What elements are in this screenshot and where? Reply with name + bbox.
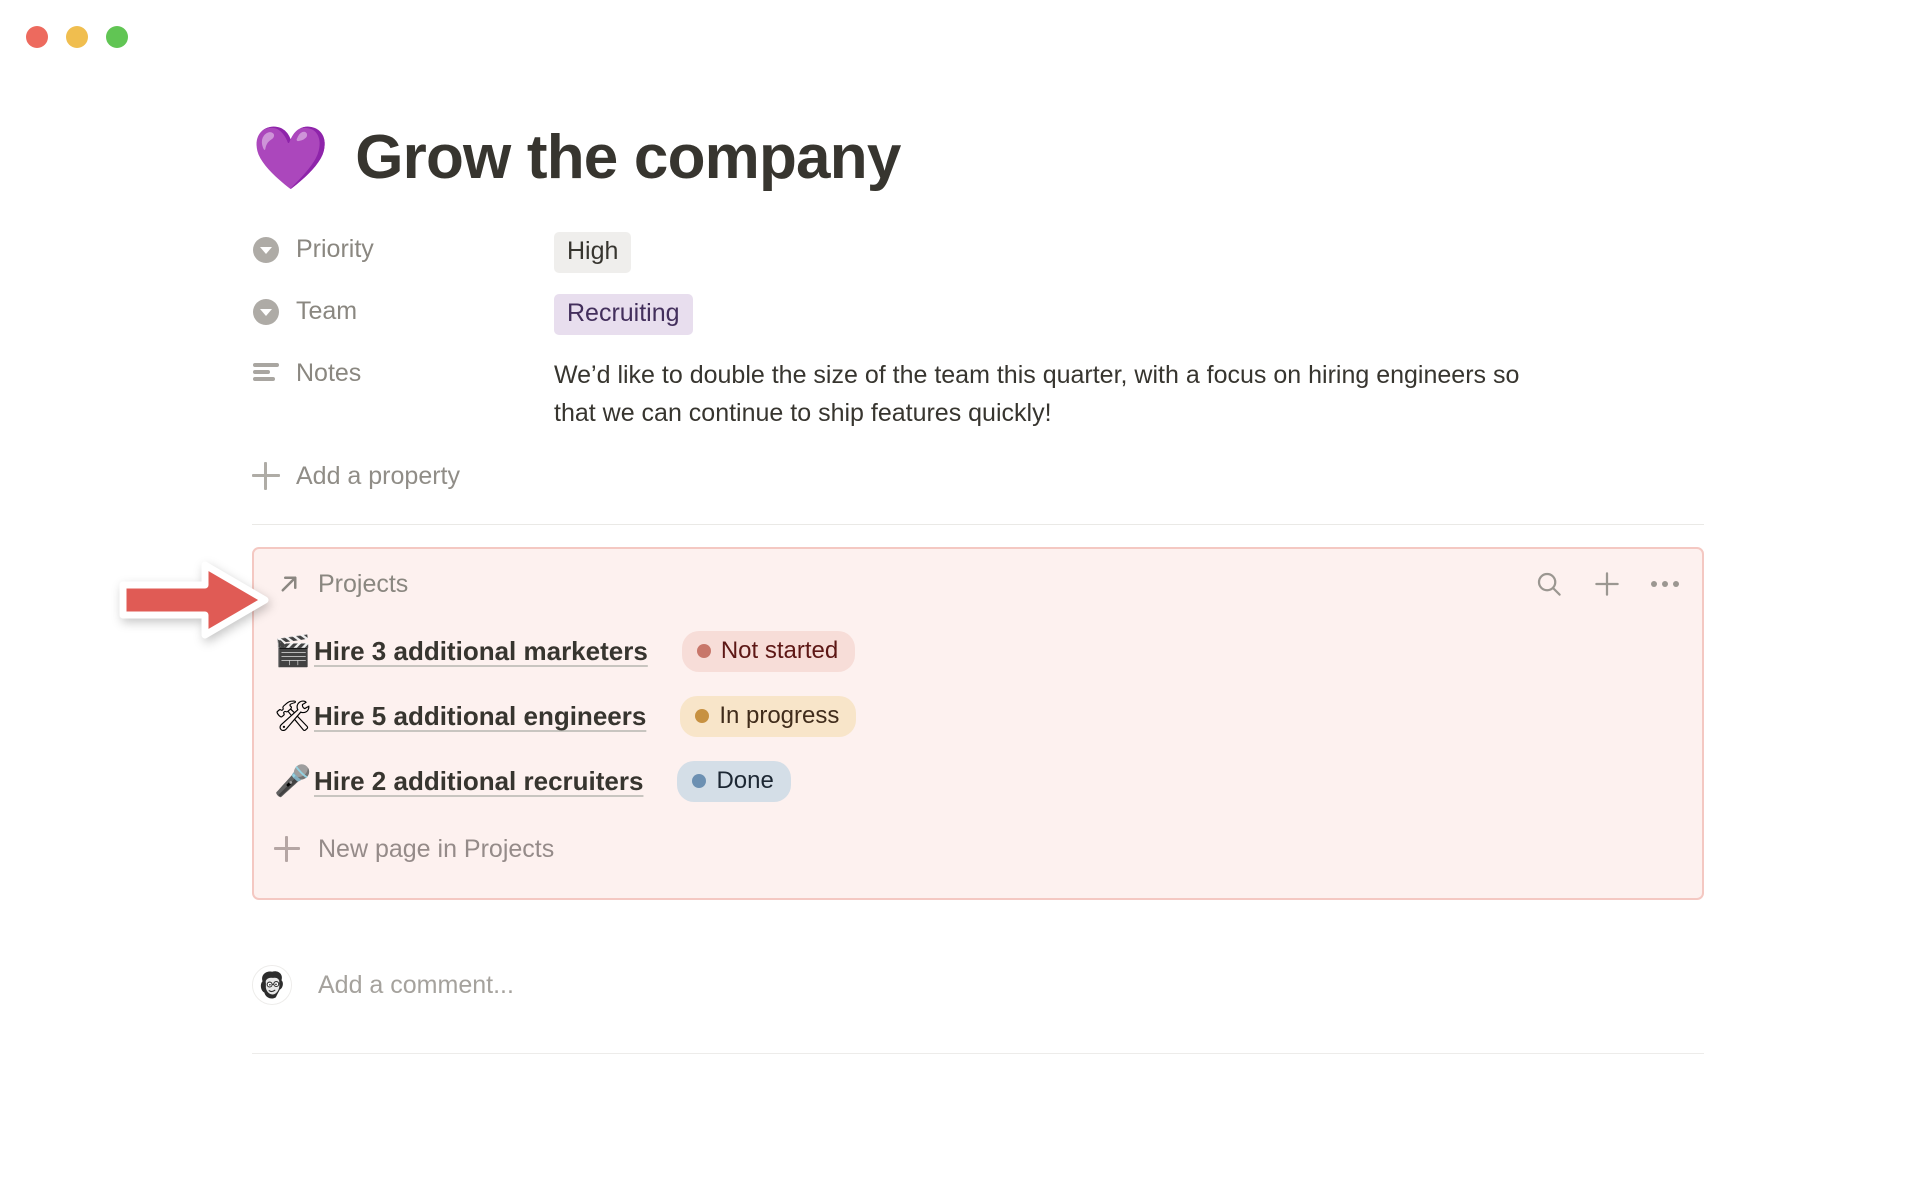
status-dot-icon — [696, 643, 711, 658]
status-label: Done — [716, 766, 774, 794]
comment-composer[interactable]: Add a comment... — [252, 955, 1704, 1015]
select-icon — [252, 298, 280, 326]
property-name-priority: Priority — [296, 235, 374, 264]
status-badge[interactable]: Done — [677, 760, 791, 803]
plus-icon[interactable] — [1592, 569, 1622, 599]
table-row[interactable]: 🎤 Hire 2 additional recruiters Done — [254, 749, 1702, 814]
projects-panel-title[interactable]: Projects — [318, 570, 1534, 599]
projects-panel-header: Projects — [254, 549, 1702, 619]
arrow-up-right-icon — [281, 576, 297, 592]
text-lines-icon — [252, 360, 280, 388]
annotation-arrow-icon — [119, 561, 269, 639]
user-avatar-icon — [253, 966, 291, 1005]
projects-panel-actions — [1534, 569, 1680, 599]
title-bar — [0, 0, 1920, 72]
content-column: 💜 Grow the company Priority High Team Re… — [119, 123, 1704, 1055]
plus-icon — [252, 462, 280, 491]
page-title-text[interactable]: Grow the company — [355, 123, 901, 192]
bottom-divider — [252, 1053, 1704, 1055]
property-value-cell-team[interactable]: Recruiting — [554, 292, 1704, 335]
status-label: In progress — [719, 701, 840, 729]
property-row-team: Team Recruiting — [252, 292, 1704, 346]
property-label-cell[interactable]: Notes — [252, 354, 554, 388]
priority-tag[interactable]: High — [554, 232, 632, 273]
property-row-notes: Notes We’d like to double the size of th… — [252, 354, 1704, 432]
property-label-cell[interactable]: Team — [252, 292, 554, 326]
team-tag[interactable]: Recruiting — [554, 294, 693, 335]
add-property-label: Add a property — [296, 461, 460, 490]
status-dot-icon — [692, 773, 707, 788]
status-dot-icon — [695, 708, 710, 723]
status-badge[interactable]: In progress — [680, 695, 857, 738]
projects-panel: Projects 🎬 Hire 3 additional marketers N… — [119, 547, 1704, 901]
add-property-button[interactable]: Add a property — [252, 454, 1704, 498]
traffic-light-controls — [26, 26, 128, 48]
project-link[interactable]: Hire 5 additional engineers — [314, 701, 646, 732]
page-icon-emoji[interactable]: 💜 — [252, 127, 329, 189]
plus-icon — [274, 836, 300, 863]
search-icon[interactable] — [1534, 569, 1564, 599]
project-link[interactable]: Hire 3 additional marketers — [314, 636, 648, 667]
property-label-cell[interactable]: Priority — [252, 230, 554, 264]
page-body: 💜 Grow the company Priority High Team Re… — [0, 72, 1920, 1055]
app-window: 💜 Grow the company Priority High Team Re… — [0, 0, 1920, 1200]
property-name-notes: Notes — [296, 359, 362, 388]
select-icon — [252, 236, 280, 264]
property-value-cell-notes[interactable]: We’d like to double the size of the team… — [554, 354, 1704, 432]
clapper-board-icon: 🎬 — [274, 633, 312, 669]
avatar[interactable] — [252, 965, 292, 1006]
status-label: Not started — [720, 636, 839, 664]
section-divider — [252, 524, 1704, 526]
window-minimize-button[interactable] — [66, 26, 88, 48]
project-link[interactable]: Hire 2 additional recruiters — [314, 766, 643, 797]
new-page-label: New page in Projects — [318, 834, 555, 863]
property-name-team: Team — [296, 297, 358, 326]
ellipsis-icon[interactable] — [1650, 569, 1680, 599]
status-badge[interactable]: Not started — [681, 630, 856, 673]
property-value-cell-priority[interactable]: High — [554, 230, 1704, 273]
window-maximize-button[interactable] — [106, 26, 128, 48]
new-page-button[interactable]: New page in Projects — [254, 820, 1702, 878]
page-title: 💜 Grow the company — [252, 123, 1704, 192]
table-row[interactable]: 🛠 Hire 5 additional engineers In progres… — [254, 684, 1702, 749]
table-row[interactable]: 🎬 Hire 3 additional marketers Not starte… — [254, 619, 1702, 684]
window-close-button[interactable] — [26, 26, 48, 48]
comment-input-placeholder[interactable]: Add a comment... — [318, 971, 514, 1000]
hammer-and-wrench-icon: 🛠 — [274, 698, 313, 734]
microphone-icon: 🎤 — [274, 763, 312, 799]
property-row-priority: Priority High — [252, 230, 1704, 284]
notes-text[interactable]: We’d like to double the size of the team… — [554, 356, 1544, 432]
